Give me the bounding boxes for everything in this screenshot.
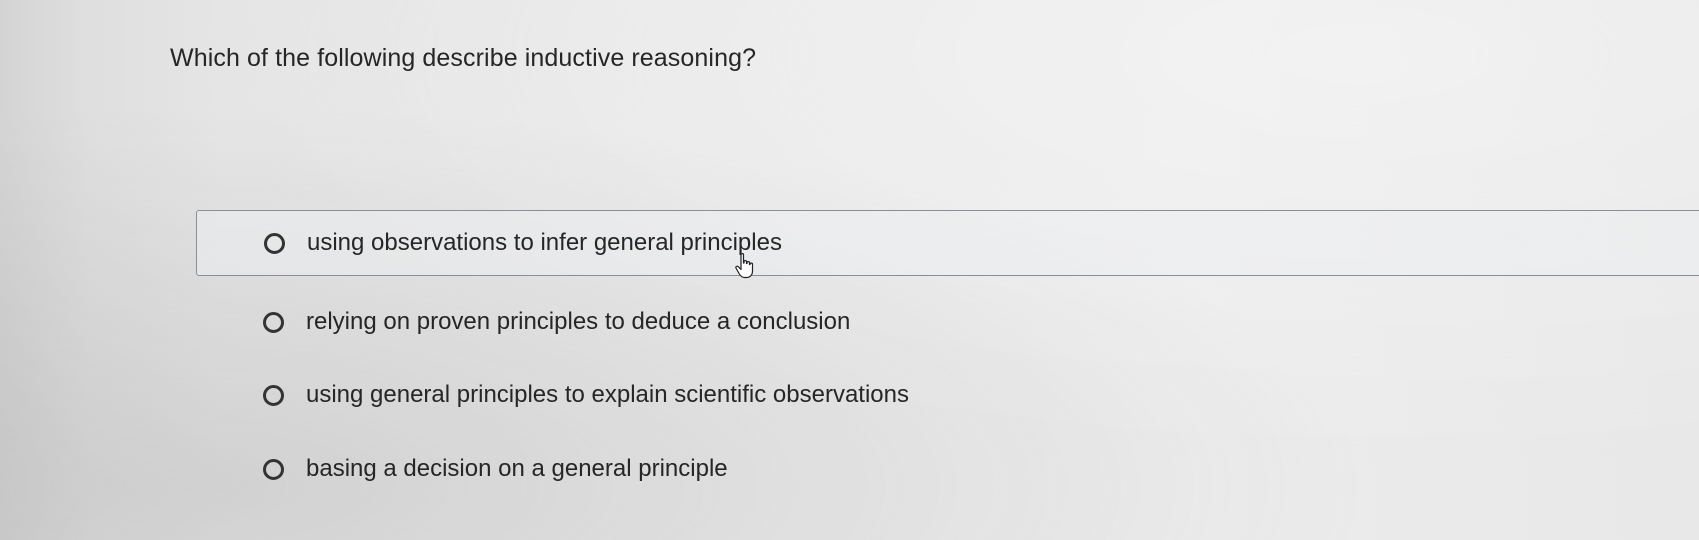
option-0[interactable]: using observations to infer general prin… <box>196 210 1699 276</box>
radio-button[interactable] <box>264 232 285 254</box>
option-2[interactable]: using general principles to explain scie… <box>196 362 1699 428</box>
option-1[interactable]: relying on proven principles to deduce a… <box>196 289 1699 355</box>
option-label: using observations to infer general prin… <box>307 229 782 256</box>
option-3[interactable]: basing a decision on a general principle <box>196 436 1699 502</box>
radio-button[interactable] <box>263 384 284 406</box>
option-label: using general principles to explain scie… <box>306 381 909 408</box>
option-label: relying on proven principles to deduce a… <box>306 308 851 335</box>
option-label: basing a decision on a general principle <box>306 455 728 482</box>
answer-options: using observations to infer general prin… <box>196 0 1699 540</box>
radio-button[interactable] <box>263 458 284 480</box>
radio-button[interactable] <box>263 311 284 333</box>
hand-pointer-icon <box>735 253 754 279</box>
